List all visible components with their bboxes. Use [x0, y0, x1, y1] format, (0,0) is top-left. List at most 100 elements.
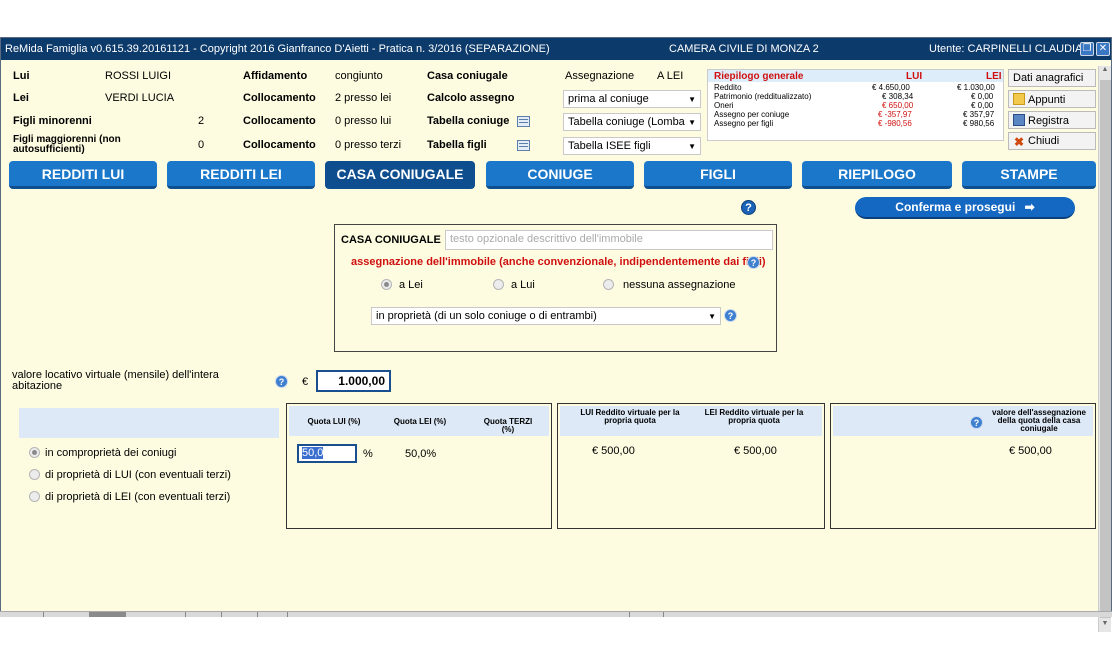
radio-comproprieta[interactable] — [29, 447, 40, 458]
ownership-panel: in comproprietà dei coniugi di proprietà… — [8, 403, 280, 529]
tabella-coniuge-label: Tabella coniuge — [427, 115, 510, 127]
row-lui: € -980,56 — [878, 119, 912, 128]
chiudi-button[interactable]: ✖ Chiudi — [1008, 132, 1096, 150]
riepilogo-row: Reddito € 4.650,00 € 1.030,00 — [708, 83, 1003, 92]
row-label: Assegno per coniuge — [714, 110, 790, 119]
reddito-lei-header: LEI Reddito virtuale per la propria quot… — [704, 408, 804, 425]
table-icon[interactable] — [517, 116, 530, 127]
scroll-down-icon[interactable]: ▼ — [1099, 620, 1111, 632]
radio-a-lui[interactable] — [493, 279, 504, 290]
proprieta-select-value: in proprietà (di un solo coniuge o di en… — [376, 310, 597, 322]
chevron-down-icon: ▼ — [688, 142, 696, 151]
dati-anagrafici-button[interactable]: Dati anagrafici — [1008, 69, 1096, 87]
collocamento-label-2: Collocamento — [243, 115, 316, 127]
riepilogo-title: Riepilogo generale — [714, 71, 804, 82]
quota-lei-header: Quota LEI (%) — [393, 417, 447, 426]
row-lei: € 0,00 — [971, 92, 994, 101]
quota-lui-input[interactable]: 50,0 — [297, 444, 357, 463]
radio-comproprieta-label: in comproprietà dei coniugi — [45, 447, 177, 459]
registra-label: Registra — [1028, 115, 1069, 127]
status-segment — [222, 612, 258, 617]
tab-riepilogo[interactable]: RIEPILOGO — [802, 161, 952, 189]
collocamento-value-1: 2 presso lei — [335, 92, 392, 104]
chevron-down-icon: ▼ — [688, 95, 696, 104]
radio-proprieta-lui[interactable] — [29, 469, 40, 480]
help-icon[interactable]: ? — [747, 256, 760, 269]
riepilogo-panel: Riepilogo generale LUI LEI Reddito € 4.6… — [707, 69, 1004, 141]
descrizione-immobile-input[interactable]: testo opzionale descrittivo dell'immobil… — [445, 230, 773, 250]
calcolo-assegno-select[interactable]: prima al coniuge ▼ — [563, 90, 701, 108]
tab-stampe[interactable]: STAMPE — [962, 161, 1096, 189]
appunti-button[interactable]: Appunti — [1008, 90, 1096, 108]
tab-figli[interactable]: FIGLI — [644, 161, 792, 189]
lui-name: ROSSI LUIGI — [105, 70, 172, 82]
riepilogo-row: Patrimonio (redditualizzato) € 308,34 € … — [708, 92, 1003, 101]
proprieta-select[interactable]: in proprietà (di un solo coniuge o di en… — [371, 307, 721, 325]
table-icon[interactable] — [517, 140, 530, 151]
status-segment — [258, 612, 288, 617]
confirm-button[interactable]: Conferma e prosegui ➡ — [855, 197, 1075, 219]
calcolo-assegno-value: prima al coniuge — [568, 93, 649, 105]
arrow-right-icon: ➡ — [1024, 200, 1035, 214]
collocamento-value-3: 0 presso terzi — [335, 139, 402, 151]
valore-assegnazione-value: € 500,00 — [1009, 445, 1052, 457]
reddito-lui-value: € 500,00 — [592, 445, 635, 457]
quota-lui-value: 50,0 — [302, 447, 324, 459]
status-segment — [44, 612, 90, 617]
tab-redditi-lei[interactable]: REDDITI LEI — [167, 161, 315, 189]
riepilogo-row: Assegno per coniuge € -357,97 € 357,97 — [708, 110, 1003, 119]
vertical-scrollbar[interactable]: ▲ ▼ — [1098, 66, 1111, 632]
row-lei: € 0,00 — [971, 101, 994, 110]
status-segment — [630, 612, 664, 617]
notes-icon — [1013, 93, 1025, 105]
riepilogo-col-lei: LEI — [986, 71, 1002, 82]
assegnazione-value: A LEI — [657, 70, 684, 82]
main-tabs: REDDITI LUI REDDITI LEI CASA CONIUGALE C… — [1, 161, 1096, 191]
radio-a-lei-label: a Lei — [399, 279, 423, 291]
tab-casa-coniugale[interactable]: CASA CONIUGALE — [325, 161, 475, 189]
quota-lui-header: Quota LUI (%) — [307, 417, 361, 426]
bottom-status-strip — [0, 611, 1112, 617]
scrollbar-thumb[interactable] — [1100, 80, 1111, 618]
quota-terzi-header: Quota TERZI (%) — [483, 417, 533, 434]
tabella-figli-select[interactable]: Tabella ISEE figli ▼ — [563, 137, 701, 155]
tabella-coniuge-select[interactable]: Tabella coniuge (Lomba ▼ — [563, 113, 701, 131]
collocamento-label-3: Collocamento — [243, 139, 316, 151]
radio-a-lei[interactable] — [381, 279, 392, 290]
valore-locativo-input[interactable]: 1.000,00 — [316, 370, 391, 392]
assegnazione-immobile-label: assegnazione dell'immobile (anche conven… — [351, 256, 766, 268]
chevron-down-icon: ▼ — [688, 118, 696, 127]
valore-assegnazione-header: valore dell'assegnazione della quota del… — [992, 408, 1086, 433]
row-lui: € 308,34 — [882, 92, 914, 101]
restore-icon[interactable]: ❐ — [1080, 42, 1094, 56]
casa-coniugale-label: Casa coniugale — [427, 70, 508, 82]
save-icon — [1013, 114, 1025, 126]
radio-proprieta-lei[interactable] — [29, 491, 40, 502]
affidamento-label: Affidamento — [243, 70, 308, 82]
tab-redditi-lui[interactable]: REDDITI LUI — [9, 161, 157, 189]
chevron-down-icon: ▼ — [708, 312, 716, 321]
close-icon[interactable]: ✕ — [1096, 42, 1110, 56]
help-icon[interactable]: ? — [724, 309, 737, 322]
tab-coniuge[interactable]: CONIUGE — [486, 161, 634, 189]
registra-button[interactable]: Registra — [1008, 111, 1096, 129]
row-lui: € 4.650,00 — [872, 83, 910, 92]
radio-a-lui-label: a Lui — [511, 279, 535, 291]
valore-locativo-label: valore locativo virtuale (mensile) dell'… — [12, 369, 219, 392]
reddito-lei-value: € 500,00 — [734, 445, 777, 457]
radio-proprieta-lei-label: di proprietà di LEI (con eventuali terzi… — [45, 491, 231, 503]
radio-nessuna-assegnazione[interactable] — [603, 279, 614, 290]
help-icon[interactable]: ? — [741, 200, 756, 215]
casa-coniugale-box-label: CASA CONIUGALE — [341, 234, 441, 246]
row-label: Oneri — [714, 101, 734, 110]
tabella-coniuge-value: Tabella coniuge (Lomba — [568, 116, 685, 128]
tabella-figli-value: Tabella ISEE figli — [568, 140, 651, 152]
scroll-up-icon[interactable]: ▲ — [1099, 66, 1111, 78]
help-icon[interactable]: ? — [275, 375, 288, 388]
dati-anagrafici-label: Dati anagrafici — [1013, 72, 1084, 84]
row-lei: € 980,56 — [963, 119, 995, 128]
help-icon[interactable]: ? — [970, 416, 983, 429]
confirm-label: Conferma e prosegui — [895, 200, 1016, 214]
row-label: Reddito — [714, 83, 742, 92]
riepilogo-header: Riepilogo generale LUI LEI — [708, 70, 1003, 82]
